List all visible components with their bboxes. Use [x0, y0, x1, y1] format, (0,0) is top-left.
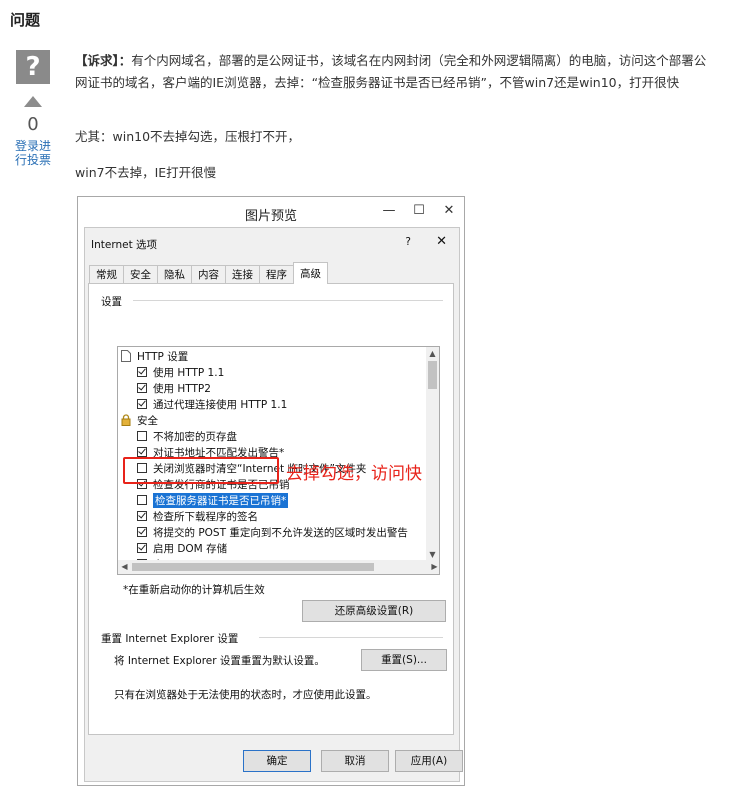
tab-privacy[interactable]: 隐私 — [157, 265, 192, 284]
list-item[interactable]: 将提交的 POST 重定向到不允许发送的区域时发出警告 — [137, 524, 408, 540]
post-redirect-warning-checkbox[interactable] — [137, 527, 147, 537]
question-body: 【诉求】：有个内网域名，部署的是公网证书，该域名在内网封闭（完全和外网逻辑隔离）… — [75, 50, 715, 94]
reset-button[interactable]: 重置(S)... — [361, 649, 447, 671]
list-item-label: 检查所下载程序的签名 — [153, 510, 258, 523]
request-prefix: 【诉求】： — [75, 53, 132, 68]
help-icon[interactable]: ? — [405, 236, 411, 248]
upvote-arrow-icon[interactable] — [24, 96, 42, 107]
list-item: 安全 — [121, 412, 158, 428]
annotation-highlight-box — [123, 457, 279, 484]
scroll-left-icon[interactable]: ◀ — [118, 560, 131, 574]
no-save-encrypted-checkbox[interactable] — [137, 431, 147, 441]
list-item[interactable]: 检查服务器证书是否已吊销* — [137, 492, 289, 508]
vote-count: 0 — [27, 114, 39, 135]
dom-storage-checkbox[interactable] — [137, 543, 147, 553]
settings-group-divider — [133, 300, 443, 301]
preview-titlebar: 图片预览 — ☐ ✕ — [78, 197, 464, 229]
restart-note: *在重新启动你的计算机后生效 — [123, 584, 265, 596]
list-item-label: 使用 HTTP 1.1 — [153, 366, 225, 379]
question-paragraph-3: win7不去掉，IE打开很慢 — [75, 165, 217, 180]
scroll-thumb[interactable] — [428, 361, 437, 389]
list-item: HTTP 设置 — [121, 348, 188, 364]
horizontal-scrollbar[interactable]: ◀ ▶ — [118, 560, 439, 574]
question-mark-icon: ? — [16, 50, 50, 84]
ok-button[interactable]: 确定 — [243, 750, 311, 772]
image-preview-window: 图片预览 — ☐ ✕ Internet 选项 ? ✕ 常规 安全 隐私 内容 连… — [77, 196, 465, 786]
reset-group-label: 重置 Internet Explorer 设置 — [101, 633, 239, 645]
apply-button[interactable]: 应用(A) — [395, 750, 463, 772]
list-item-label: HTTP 设置 — [137, 350, 189, 363]
cert-mismatch-warning-checkbox[interactable] — [137, 447, 147, 457]
proxy-http11-checkbox[interactable] — [137, 399, 147, 409]
dialog-title: Internet 选项 — [91, 239, 158, 251]
section-title: 问题 — [10, 11, 41, 29]
list-item[interactable]: 不将加密的页存盘 — [137, 428, 237, 444]
close-icon[interactable]: ✕ — [442, 203, 456, 218]
reset-group-divider — [259, 637, 443, 638]
question-paragraph-2: 尤其：win10不去掉勾选，压根打不开， — [75, 129, 301, 144]
http2-checkbox[interactable] — [137, 383, 147, 393]
list-item-label: 启用 DOM 存储 — [153, 542, 228, 555]
annotation-text: 去掉勾选，访问快 — [286, 464, 422, 484]
advanced-tab-panel: 设置 HTTP 设置 使用 HTTP 1.1 使用 HTTP2 通过代理连接使用… — [88, 283, 454, 735]
list-item[interactable]: 启用 DOM 存储 — [137, 540, 227, 556]
tab-security[interactable]: 安全 — [123, 265, 158, 284]
page-icon — [121, 350, 131, 362]
internet-options-dialog: Internet 选项 ? ✕ 常规 安全 隐私 内容 连接 程序 高级 设置 … — [84, 227, 463, 782]
download-signature-checkbox[interactable] — [137, 511, 147, 521]
list-item-label: 通过代理连接使用 HTTP 1.1 — [153, 398, 288, 411]
maximize-icon[interactable]: ☐ — [412, 203, 426, 218]
dialog-tabs: 常规 安全 隐私 内容 连接 程序 高级 — [89, 262, 328, 284]
list-item[interactable]: 通过代理连接使用 HTTP 1.1 — [137, 396, 287, 412]
tab-programs[interactable]: 程序 — [259, 265, 294, 284]
cancel-button[interactable]: 取消 — [321, 750, 389, 772]
reset-description: 将 Internet Explorer 设置重置为默认设置。 — [114, 655, 325, 667]
vote-column: ? 0 登录进行投票 — [8, 50, 58, 167]
scroll-up-icon[interactable]: ▲ — [426, 347, 439, 360]
server-revocation-checkbox[interactable] — [137, 495, 147, 505]
list-item[interactable]: 使用 HTTP 1.1 — [137, 364, 224, 380]
tab-advanced[interactable]: 高级 — [293, 262, 328, 284]
settings-group-label: 设置 — [101, 296, 122, 308]
scroll-right-icon[interactable]: ▶ — [428, 560, 439, 574]
hscroll-thumb[interactable] — [132, 563, 374, 571]
list-item[interactable]: 使用 HTTP2 — [137, 380, 211, 396]
tab-content[interactable]: 内容 — [191, 265, 226, 284]
lock-icon — [121, 414, 131, 426]
tab-connections[interactable]: 连接 — [225, 265, 260, 284]
list-item-label: 不将加密的页存盘 — [153, 430, 237, 443]
window-controls: — ☐ ✕ — [382, 203, 456, 218]
login-to-vote-link[interactable]: 登录进行投票 — [11, 139, 55, 167]
minimize-icon[interactable]: — — [382, 203, 396, 218]
list-item-label: 使用 HTTP2 — [153, 382, 211, 395]
restore-advanced-button[interactable]: 还原高级设置(R) — [302, 600, 446, 622]
vertical-scrollbar[interactable]: ▲ ▼ — [426, 347, 439, 561]
list-item-label: 将提交的 POST 重定向到不允许发送的区域时发出警告 — [153, 526, 408, 539]
list-item-label: 安全 — [137, 414, 158, 427]
question-paragraph-1: 【诉求】：有个内网域名，部署的是公网证书，该域名在内网封闭（完全和外网逻辑隔离）… — [75, 50, 715, 94]
server-revocation-label: 检查服务器证书是否已吊销* — [153, 492, 289, 508]
reset-note: 只有在浏览器处于无法使用的状态时，才应使用此设置。 — [114, 689, 377, 701]
dialog-close-icon[interactable]: ✕ — [436, 234, 447, 249]
request-body: 有个内网域名，部署的是公网证书，该域名在内网封闭（完全和外网逻辑隔离）的电脑，访… — [75, 53, 707, 90]
http11-checkbox[interactable] — [137, 367, 147, 377]
list-item[interactable]: 检查所下载程序的签名 — [137, 508, 258, 524]
tab-general[interactable]: 常规 — [89, 265, 124, 284]
